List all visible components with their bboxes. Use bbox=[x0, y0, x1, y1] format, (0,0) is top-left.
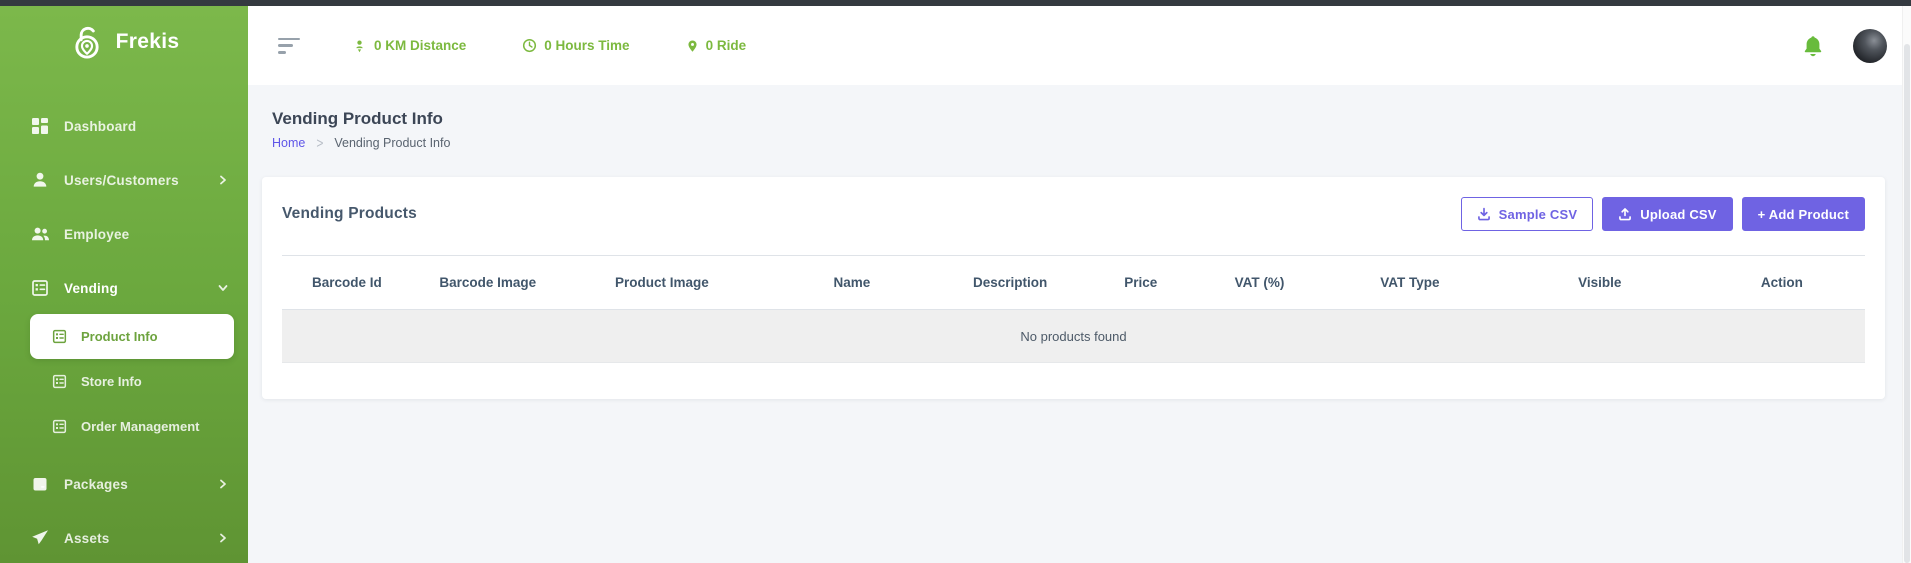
column-header: VAT (%) bbox=[1200, 256, 1319, 310]
brand-name: Frekis bbox=[116, 30, 180, 54]
button-label: Upload CSV bbox=[1640, 207, 1716, 222]
column-header: Description bbox=[939, 256, 1081, 310]
sidebar-item-label: Assets bbox=[64, 531, 109, 546]
main-content: Vending Product Info Home > Vending Prod… bbox=[248, 85, 1911, 563]
user-icon bbox=[30, 171, 50, 189]
column-header: Barcode Id bbox=[282, 256, 417, 310]
page-scrollbar[interactable] bbox=[1902, 6, 1911, 563]
window-top-strip bbox=[0, 0, 1911, 6]
topbar-right bbox=[1801, 29, 1887, 63]
vending-machine-icon bbox=[30, 279, 50, 297]
sidebar: Frekis Dashboard U bbox=[0, 6, 248, 563]
column-header: Action bbox=[1699, 256, 1865, 310]
sidebar-item-dashboard[interactable]: Dashboard bbox=[0, 99, 248, 153]
sidebar-subitem-label: Order Management bbox=[81, 419, 199, 434]
column-header: Price bbox=[1081, 256, 1200, 310]
card-header: Vending Products Sample CSV bbox=[282, 197, 1865, 231]
column-header: Visible bbox=[1501, 256, 1699, 310]
empty-row: No products found bbox=[282, 310, 1865, 363]
products-table-header: Barcode Id Barcode Image Product Image N… bbox=[282, 256, 1865, 310]
stat-ride[interactable]: 0 Ride bbox=[686, 38, 747, 54]
notifications-bell-icon[interactable] bbox=[1801, 33, 1825, 59]
menu-toggle-button[interactable] bbox=[278, 38, 302, 54]
chevron-right-icon bbox=[218, 533, 228, 543]
vending-submenu: Product Info Store Info bbox=[30, 314, 234, 449]
vending-products-card: Vending Products Sample CSV bbox=[262, 177, 1885, 399]
products-table: Barcode Id Barcode Image Product Image N… bbox=[282, 255, 1865, 363]
sidebar-subitem-order-management[interactable]: Order Management bbox=[30, 404, 234, 449]
sidebar-item-label: Employee bbox=[64, 227, 129, 242]
page-title: Vending Product Info bbox=[272, 109, 1885, 129]
sidebar-item-label: Vending bbox=[64, 281, 118, 296]
button-label: Sample CSV bbox=[1499, 207, 1578, 222]
user-avatar[interactable] bbox=[1853, 29, 1887, 63]
stat-hours-time[interactable]: 0 Hours Time bbox=[522, 38, 629, 53]
scrollbar-thumb[interactable] bbox=[1904, 44, 1910, 563]
sidebar-item-label: Users/Customers bbox=[64, 173, 179, 188]
upload-csv-button[interactable]: Upload CSV bbox=[1602, 197, 1732, 231]
upload-icon bbox=[1618, 207, 1632, 221]
dashboard-grid-icon bbox=[30, 117, 50, 135]
building-icon bbox=[52, 329, 67, 344]
topbar-stats: 0 KM Distance 0 Hours Time bbox=[352, 38, 802, 54]
sidebar-subitem-label: Store Info bbox=[81, 374, 142, 389]
sidebar-item-label: Packages bbox=[64, 477, 128, 492]
package-icon bbox=[30, 475, 50, 493]
sidebar-subitem-label: Product Info bbox=[81, 329, 158, 344]
chevron-right-icon bbox=[218, 479, 228, 489]
sidebar-item-vending[interactable]: Vending bbox=[0, 261, 248, 315]
building-icon bbox=[52, 419, 67, 434]
app-window: Frekis Dashboard U bbox=[0, 0, 1911, 563]
stat-label: 0 KM Distance bbox=[374, 38, 466, 53]
building-icon bbox=[52, 374, 67, 389]
sidebar-item-users-customers[interactable]: Users/Customers bbox=[0, 153, 248, 207]
column-header: Barcode Image bbox=[417, 256, 559, 310]
sidebar-item-packages[interactable]: Packages bbox=[0, 457, 248, 511]
brand-logo[interactable]: Frekis bbox=[0, 6, 248, 78]
breadcrumb-home-link[interactable]: Home bbox=[272, 136, 305, 150]
stat-km-distance[interactable]: 0 KM Distance bbox=[352, 38, 466, 54]
sample-csv-button[interactable]: Sample CSV bbox=[1461, 197, 1594, 231]
person-pin-icon bbox=[352, 38, 367, 54]
map-pin-icon bbox=[686, 38, 699, 54]
breadcrumb-separator-icon: > bbox=[316, 134, 323, 152]
sidebar-subitem-store-info[interactable]: Store Info bbox=[30, 359, 234, 404]
chevron-right-icon bbox=[218, 175, 228, 185]
empty-message: No products found bbox=[282, 310, 1865, 363]
button-label: + Add Product bbox=[1758, 207, 1849, 222]
column-header: VAT Type bbox=[1319, 256, 1501, 310]
sidebar-item-label: Dashboard bbox=[64, 119, 136, 134]
column-header: Name bbox=[765, 256, 939, 310]
stat-label: 0 Hours Time bbox=[544, 38, 629, 53]
send-icon bbox=[30, 529, 50, 547]
topbar: 0 KM Distance 0 Hours Time bbox=[248, 6, 1911, 85]
breadcrumb-current: Vending Product Info bbox=[334, 136, 450, 150]
sidebar-item-assets[interactable]: Assets bbox=[0, 511, 248, 563]
chevron-down-icon bbox=[218, 283, 228, 293]
people-icon bbox=[30, 225, 50, 243]
column-header: Product Image bbox=[559, 256, 765, 310]
sidebar-subitem-product-info[interactable]: Product Info bbox=[30, 314, 234, 359]
card-title: Vending Products bbox=[282, 205, 417, 223]
frekis-lock-pin-icon bbox=[69, 24, 105, 60]
add-product-button[interactable]: + Add Product bbox=[1742, 197, 1865, 231]
sidebar-nav: Dashboard Users/Customers bbox=[0, 78, 248, 563]
clock-icon bbox=[522, 38, 537, 53]
download-icon bbox=[1477, 207, 1491, 221]
card-actions: Sample CSV Upload CSV + Add Product bbox=[1461, 197, 1865, 231]
stat-label: 0 Ride bbox=[706, 38, 747, 53]
sidebar-item-employee[interactable]: Employee bbox=[0, 207, 248, 261]
breadcrumb: Home > Vending Product Info bbox=[272, 136, 1885, 150]
